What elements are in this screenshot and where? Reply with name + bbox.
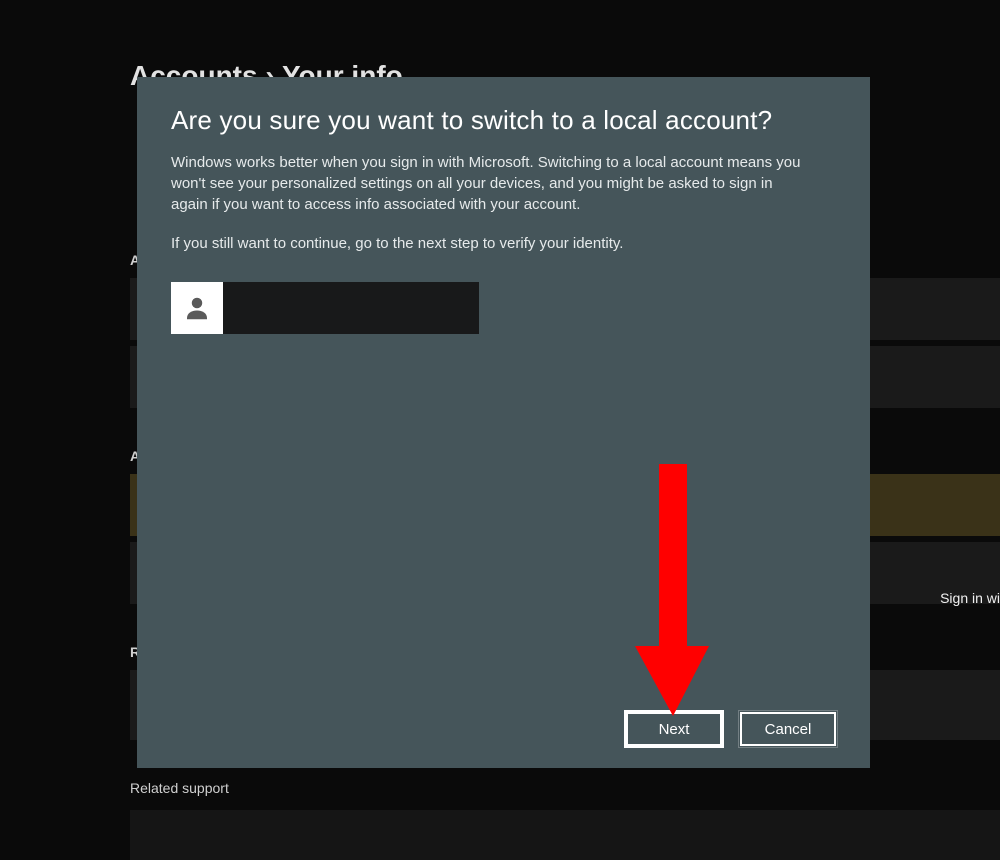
dialog-paragraph-1: Windows works better when you sign in wi…	[171, 152, 811, 215]
dialog-body: Windows works better when you sign in wi…	[171, 152, 811, 272]
account-row	[171, 282, 836, 334]
switch-local-account-dialog: Are you sure you want to switch to a loc…	[137, 77, 870, 768]
bg-bottom-row	[130, 810, 1000, 860]
cancel-button[interactable]: Cancel	[740, 712, 836, 746]
dialog-footer: Next Cancel	[171, 712, 836, 746]
account-name-redacted	[223, 282, 479, 334]
next-button[interactable]: Next	[626, 712, 722, 746]
user-avatar-icon	[171, 282, 223, 334]
sign-in-tile[interactable]: Sign in wi	[920, 582, 1000, 614]
dialog-paragraph-2: If you still want to continue, go to the…	[171, 233, 811, 254]
dialog-title: Are you sure you want to switch to a loc…	[171, 105, 836, 136]
related-support-label: Related support	[130, 780, 1000, 796]
